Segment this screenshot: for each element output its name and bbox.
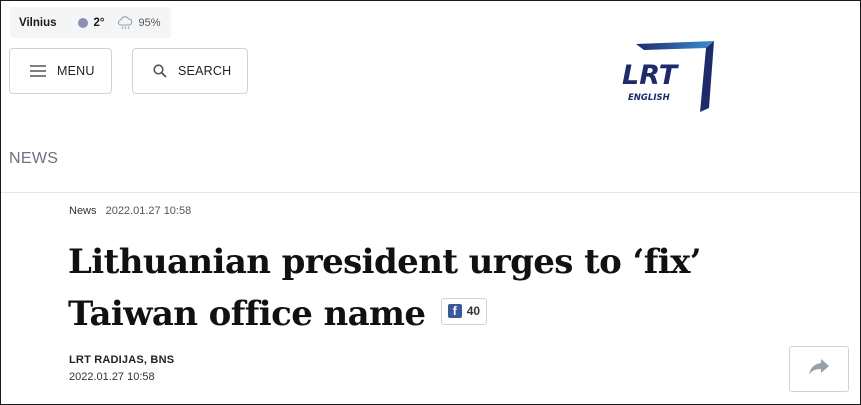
search-button[interactable]: SEARCH [132,48,248,94]
article-datetime-top: 2022.01.27 10:58 [105,205,192,217]
facebook-icon: f [447,304,462,318]
facebook-share-count[interactable]: f 40 [440,297,488,325]
article-title: Lithuanian president urges to ‘fix’ Taiw… [68,236,828,340]
section-title[interactable]: NEWS [9,150,58,168]
menu-button[interactable]: MENU [9,48,112,94]
weather-temperature: 2° [93,16,105,29]
search-label: SEARCH [178,64,232,78]
page-frame [0,0,861,405]
article-meta: News 2022.01.27 10:58 [69,205,191,217]
weather-city: Vilnius [19,16,57,29]
hamburger-icon [30,65,46,77]
cloud-rain-icon [117,15,133,30]
moon-icon [77,17,88,28]
article-author: LRT RADIJAS, BNS [69,354,175,366]
article-datetime-bottom: 2022.01.27 10:58 [69,371,155,383]
header-divider [1,192,860,193]
lrt-english-logo[interactable]: LRT ENGLISH [614,38,718,114]
weather-humidity: 95% [138,16,161,29]
share-button[interactable] [789,346,849,392]
search-icon [153,64,167,78]
share-arrow-icon [808,358,830,381]
menu-label: MENU [57,64,95,78]
article-title-text: Lithuanian president urges to ‘fix’ Taiw… [68,242,702,334]
article-category[interactable]: News [69,205,97,217]
logo-sub: ENGLISH [628,93,670,103]
fb-count: 40 [466,304,481,318]
logo-text: LRT [622,60,680,91]
weather-widget[interactable]: Vilnius 2° 95% [10,7,171,38]
